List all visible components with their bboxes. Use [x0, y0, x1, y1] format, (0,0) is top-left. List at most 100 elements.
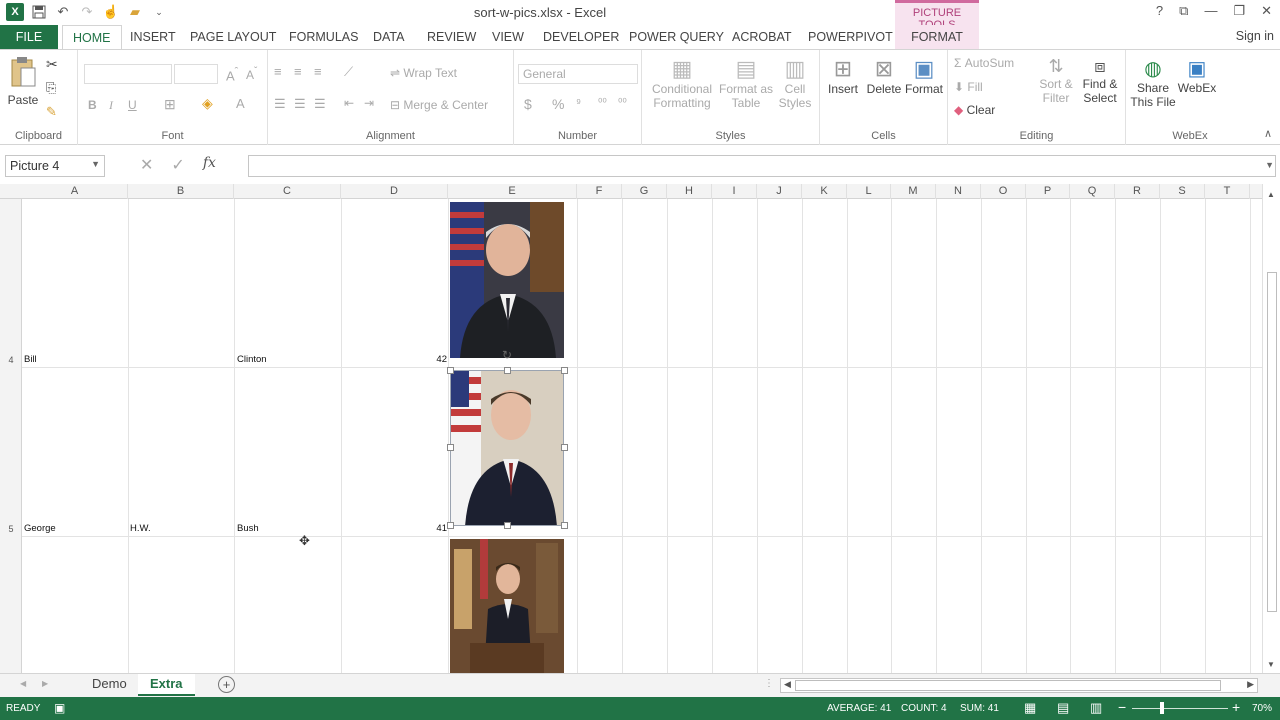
rotate-handle-icon[interactable]: ↻ — [502, 348, 512, 362]
cell-d4[interactable]: 42 — [341, 354, 447, 365]
tab-home[interactable]: HOME — [62, 25, 122, 50]
portrait-picture-row-4[interactable] — [450, 202, 564, 358]
format-cells-button[interactable]: ▣ Format — [904, 56, 944, 96]
collapse-ribbon-icon[interactable]: ∧ — [1264, 127, 1272, 140]
wrap-text-button[interactable]: ⇌ Wrap Text — [390, 66, 457, 80]
sheet-tab-extra[interactable]: Extra — [138, 674, 195, 696]
resize-handle[interactable] — [504, 367, 511, 374]
tab-developer[interactable]: DEVELOPER — [533, 25, 629, 49]
column-header-d[interactable]: D — [341, 184, 448, 199]
align-left-icon[interactable]: ☰ — [274, 96, 286, 112]
orientation-icon[interactable]: ⟋ — [344, 64, 353, 80]
restore-icon[interactable]: ❐ — [1233, 3, 1245, 19]
column-header-k[interactable]: K — [802, 184, 847, 199]
cell-a5[interactable]: George — [24, 523, 56, 534]
tab-page-layout[interactable]: PAGE LAYOUT — [180, 25, 286, 49]
macro-record-icon[interactable]: ▣ — [54, 701, 65, 715]
horizontal-scroll-thumb[interactable] — [795, 680, 1221, 691]
formula-input[interactable] — [248, 155, 1276, 177]
expand-formula-icon[interactable]: ▼ — [1265, 160, 1274, 170]
new-sheet-icon[interactable]: + — [218, 676, 235, 693]
cell-a4[interactable]: Bill — [24, 354, 37, 365]
portrait-picture-row-5[interactable] — [450, 370, 564, 526]
cell-b5[interactable]: H.W. — [130, 523, 151, 534]
tab-format[interactable]: FORMAT — [895, 25, 979, 49]
name-box[interactable]: Picture 4 ▼ — [5, 155, 105, 177]
cell-d5[interactable]: 41 — [341, 523, 447, 534]
column-header-j[interactable]: J — [757, 184, 802, 199]
zoom-slider-thumb[interactable] — [1160, 702, 1164, 714]
cell-c5[interactable]: Bush — [237, 523, 259, 534]
column-header-p[interactable]: P — [1026, 184, 1070, 199]
vertical-scroll-thumb[interactable] — [1267, 272, 1277, 612]
next-sheet-icon[interactable]: ▶ — [42, 679, 48, 688]
delete-cells-button[interactable]: ⊠ Delete — [864, 56, 904, 96]
clear-button[interactable]: ◆ Clear — [954, 103, 995, 117]
column-header-i[interactable]: I — [712, 184, 757, 199]
merge-center-button[interactable]: ⊟ Merge & Center — [390, 98, 488, 112]
name-box-dropdown-icon[interactable]: ▼ — [91, 159, 100, 169]
scroll-left-icon[interactable]: ◀ — [784, 679, 791, 690]
sign-in-link[interactable]: Sign in — [1236, 29, 1274, 43]
align-center-icon[interactable]: ☰ — [294, 96, 306, 112]
font-size-select[interactable] — [174, 64, 218, 84]
scroll-right-icon[interactable]: ▶ — [1247, 679, 1254, 690]
shrink-font-icon[interactable]: Aˇ — [246, 66, 257, 82]
column-header-n[interactable]: N — [936, 184, 981, 199]
column-header-f[interactable]: F — [577, 184, 622, 199]
tab-power-query[interactable]: POWER QUERY — [619, 25, 734, 49]
underline-button[interactable]: U — [128, 98, 137, 112]
page-layout-view-icon[interactable]: ▤ — [1057, 700, 1069, 716]
comma-button[interactable]: ⁹ — [576, 96, 581, 110]
help-icon[interactable]: ? — [1156, 3, 1163, 19]
insert-function-icon[interactable]: fx — [203, 155, 216, 175]
column-header-c[interactable]: C — [234, 184, 341, 199]
row-header-5[interactable]: 5 — [0, 524, 22, 534]
column-header-g[interactable]: G — [622, 184, 667, 199]
tab-view[interactable]: VIEW — [482, 25, 534, 49]
cell-c4[interactable]: Clinton — [237, 354, 267, 365]
grow-font-icon[interactable]: Aˆ — [226, 66, 238, 83]
column-header-q[interactable]: Q — [1070, 184, 1115, 199]
resize-handle[interactable] — [561, 444, 568, 451]
ribbon-display-icon[interactable]: ⧉ — [1179, 3, 1188, 19]
column-header-r[interactable]: R — [1115, 184, 1160, 199]
zoom-in-icon[interactable]: + — [1232, 699, 1240, 715]
close-icon[interactable]: ✕ — [1261, 3, 1272, 19]
horizontal-scrollbar[interactable]: ◀ ▶ — [780, 678, 1258, 693]
increase-decimal-icon[interactable]: ⁰⁰ — [598, 96, 607, 109]
format-as-table-button[interactable]: ▤ Format as Table — [718, 56, 774, 110]
resize-handle[interactable] — [447, 522, 454, 529]
tab-split-handle-icon[interactable]: ⋮ — [764, 678, 774, 689]
decrease-indent-icon[interactable]: ⇤ — [344, 96, 354, 110]
zoom-slider-track[interactable] — [1132, 708, 1228, 709]
fill-button[interactable]: ⬇ Fill — [954, 80, 983, 94]
scroll-down-icon[interactable]: ▼ — [1267, 660, 1275, 669]
resize-handle[interactable] — [561, 367, 568, 374]
vertical-scrollbar[interactable]: ▲ ▼ — [1262, 184, 1280, 673]
column-header-h[interactable]: H — [667, 184, 712, 199]
column-header-e[interactable]: E — [448, 184, 577, 199]
resize-handle[interactable] — [504, 522, 511, 529]
autosum-button[interactable]: Σ AutoSum — [954, 56, 1014, 70]
prev-sheet-icon[interactable]: ◀ — [20, 679, 26, 688]
column-header-b[interactable]: B — [128, 184, 234, 199]
fill-color-icon[interactable]: ◈ — [202, 95, 213, 112]
worksheet-grid[interactable]: A B C D E F G H I J K L M N O P Q R S T … — [0, 184, 1262, 673]
cut-icon[interactable]: ✂ — [46, 56, 58, 73]
portrait-picture-row-6[interactable] — [450, 539, 564, 673]
paste-button[interactable]: Paste — [4, 93, 42, 107]
currency-button[interactable]: $ — [524, 96, 532, 112]
font-color-icon[interactable]: A — [236, 96, 245, 111]
bottom-align-icon[interactable]: ≡ — [314, 64, 322, 79]
tab-acrobat[interactable]: ACROBAT — [722, 25, 802, 49]
confirm-entry-icon[interactable]: ✓ — [171, 155, 184, 175]
zoom-out-icon[interactable]: − — [1118, 699, 1126, 715]
cancel-entry-icon[interactable]: ✕ — [140, 155, 153, 175]
webex-button[interactable]: ▣ WebEx — [1174, 56, 1220, 95]
page-break-view-icon[interactable]: ▥ — [1090, 700, 1102, 716]
cell-styles-button[interactable]: ▥ Cell Styles — [774, 56, 816, 110]
tab-formulas[interactable]: FORMULAS — [279, 25, 368, 49]
row-header-4[interactable]: 4 — [0, 355, 22, 365]
top-align-icon[interactable]: ≡ — [274, 64, 282, 79]
